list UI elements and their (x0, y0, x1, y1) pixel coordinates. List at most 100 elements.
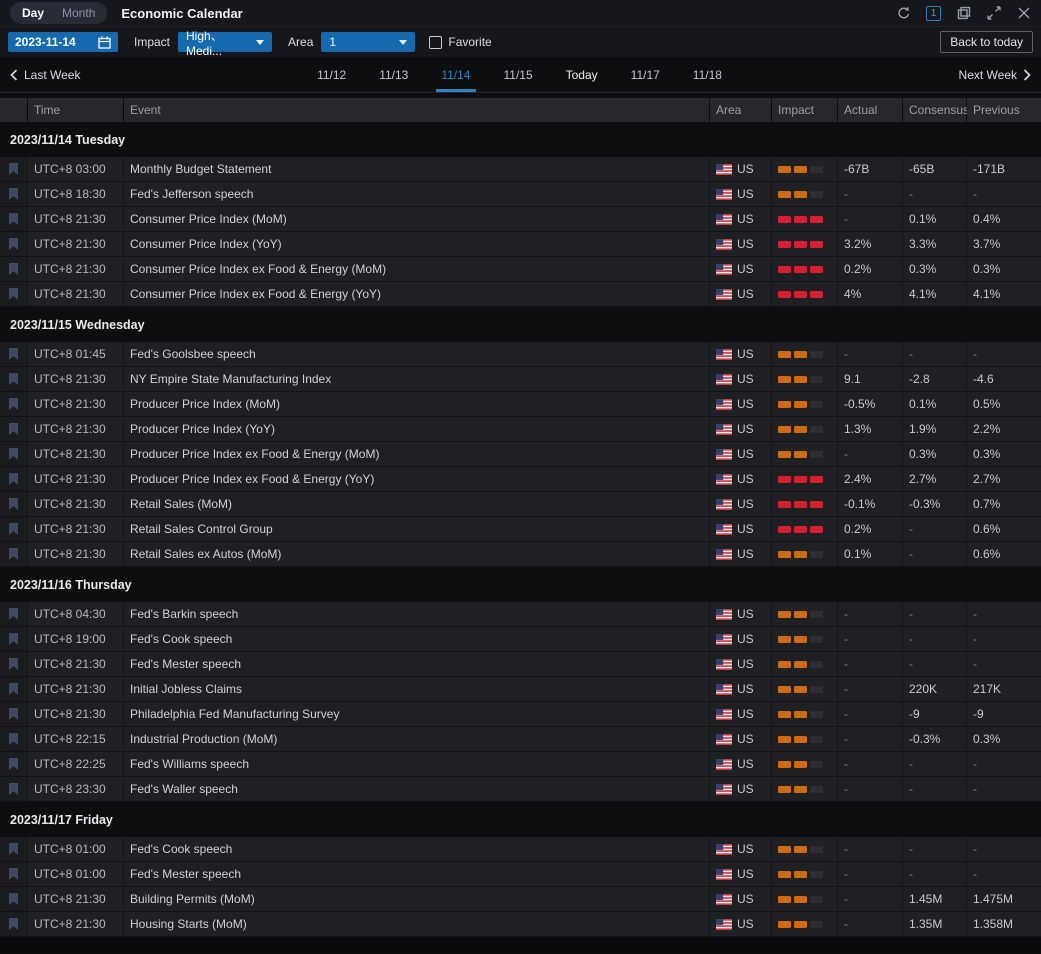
event-area: US (710, 182, 772, 206)
bookmark-icon[interactable] (9, 868, 18, 880)
event-row[interactable]: UTC+8 01:00Fed's Mester speechUS--- (0, 862, 1041, 887)
bookmark-icon[interactable] (9, 348, 18, 360)
event-row[interactable]: UTC+8 21:30Housing Starts (MoM)US-1.35M1… (0, 912, 1041, 937)
bookmark-icon[interactable] (9, 188, 18, 200)
event-name: Consumer Price Index ex Food & Energy (M… (124, 257, 710, 281)
impact-bar (794, 846, 807, 853)
bookmark-icon[interactable] (9, 918, 18, 930)
event-name: Producer Price Index ex Food & Energy (M… (124, 442, 710, 466)
tab-day[interactable]: Day (14, 4, 52, 22)
actual-value: 0.1% (838, 542, 903, 566)
event-row[interactable]: UTC+8 21:30Consumer Price Index ex Food … (0, 257, 1041, 282)
event-row[interactable]: UTC+8 21:30Retail Sales Control GroupUS0… (0, 517, 1041, 542)
week-day-11-12[interactable]: 11/12 (315, 57, 348, 92)
event-row[interactable]: UTC+8 21:30Retail Sales (MoM)US-0.1%-0.3… (0, 492, 1041, 517)
bookmark-icon[interactable] (9, 633, 18, 645)
impact-select[interactable]: High、Medi... (178, 32, 272, 52)
event-row[interactable]: UTC+8 22:15Industrial Production (MoM)US… (0, 727, 1041, 752)
area-select[interactable]: 1 (321, 32, 415, 52)
bookmark-icon[interactable] (9, 473, 18, 485)
bookmark-icon[interactable] (9, 373, 18, 385)
week-day-11-15[interactable]: 11/15 (501, 57, 534, 92)
area-code: US (737, 262, 754, 276)
back-to-today-button[interactable]: Back to today (940, 31, 1033, 53)
favorite-checkbox[interactable] (429, 36, 442, 49)
bookmark-icon[interactable] (9, 498, 18, 510)
event-time: UTC+8 23:30 (28, 777, 124, 801)
event-row[interactable]: UTC+8 22:25Fed's Williams speechUS--- (0, 752, 1041, 777)
bookmark-icon[interactable] (9, 843, 18, 855)
event-row[interactable]: UTC+8 01:00Fed's Cook speechUS--- (0, 837, 1041, 862)
event-row[interactable]: UTC+8 19:00Fed's Cook speechUS--- (0, 627, 1041, 652)
event-row[interactable]: UTC+8 21:30Producer Price Index ex Food … (0, 442, 1041, 467)
event-row[interactable]: UTC+8 21:30Consumer Price Index (YoY)US3… (0, 232, 1041, 257)
panel-count-icon[interactable]: 1 (926, 6, 941, 21)
event-row[interactable]: UTC+8 21:30Producer Price Index (MoM)US-… (0, 392, 1041, 417)
actual-value-text: - (844, 867, 848, 881)
event-row[interactable]: UTC+8 18:30Fed's Jefferson speechUS--- (0, 182, 1041, 207)
event-row[interactable]: UTC+8 21:30Consumer Price Index (MoM)US-… (0, 207, 1041, 232)
bookmark-icon[interactable] (9, 263, 18, 275)
event-row[interactable]: UTC+8 21:30Fed's Mester speechUS--- (0, 652, 1041, 677)
event-row[interactable]: UTC+8 03:00Monthly Budget StatementUS-67… (0, 157, 1041, 182)
bookmark-icon[interactable] (9, 398, 18, 410)
event-row[interactable]: UTC+8 21:30Retail Sales ex Autos (MoM)US… (0, 542, 1041, 567)
event-row[interactable]: UTC+8 04:30Fed's Barkin speechUS--- (0, 602, 1041, 627)
bookmark-icon[interactable] (9, 783, 18, 795)
bookmark-icon[interactable] (9, 238, 18, 250)
event-row[interactable]: UTC+8 21:30Philadelphia Fed Manufacturin… (0, 702, 1041, 727)
week-nav: Last Week 11/12 11/13 11/14 11/15 Today 11/17… (0, 57, 1041, 93)
bookmark-icon[interactable] (9, 608, 18, 620)
event-row[interactable]: UTC+8 21:30Producer Price Index ex Food … (0, 467, 1041, 492)
chevron-down-icon (399, 40, 407, 45)
bookmark-icon[interactable] (9, 423, 18, 435)
actual-value: 1.3% (838, 417, 903, 441)
consensus-value: - (903, 182, 967, 206)
date-picker[interactable]: 2023-11-14 (8, 32, 118, 52)
week-day-11-17[interactable]: 11/17 (629, 57, 662, 92)
bookmark-icon[interactable] (9, 893, 18, 905)
bookmark-icon[interactable] (9, 733, 18, 745)
previous-value-text: 2.7% (973, 472, 1000, 486)
bookmark-icon[interactable] (9, 523, 18, 535)
bookmark-icon[interactable] (9, 658, 18, 670)
previous-value: 2.7% (967, 467, 1041, 491)
event-row[interactable]: UTC+8 01:45Fed's Goolsbee speechUS--- (0, 342, 1041, 367)
event-row[interactable]: UTC+8 21:30Consumer Price Index ex Food … (0, 282, 1041, 307)
event-row[interactable]: UTC+8 21:30Building Permits (MoM)US-1.45… (0, 887, 1041, 912)
event-row[interactable]: UTC+8 23:30Fed's Waller speechUS--- (0, 777, 1041, 802)
week-day-today[interactable]: Today (564, 57, 600, 92)
week-day-11-14[interactable]: 11/14 (439, 57, 472, 92)
expand-icon[interactable] (986, 6, 1001, 21)
refresh-icon[interactable] (896, 6, 911, 21)
bookmark-icon[interactable] (9, 213, 18, 225)
bookmark-icon[interactable] (9, 683, 18, 695)
restore-window-icon[interactable] (956, 6, 971, 21)
event-area: US (710, 392, 772, 416)
week-day-11-13[interactable]: 11/13 (377, 57, 410, 92)
bookmark-icon[interactable] (9, 288, 18, 300)
impact-bar (794, 291, 807, 298)
event-name: Fed's Barkin speech (124, 602, 710, 626)
event-time: UTC+8 21:30 (28, 492, 124, 516)
impact-bar (794, 241, 807, 248)
bookmark-icon[interactable] (9, 448, 18, 460)
bookmark-cell (0, 442, 28, 466)
impact-bar (794, 921, 807, 928)
week-day-11-18[interactable]: 11/18 (691, 57, 724, 92)
bookmark-icon[interactable] (9, 163, 18, 175)
event-row[interactable]: UTC+8 21:30Initial Jobless ClaimsUS-220K… (0, 677, 1041, 702)
actual-value-text: - (844, 757, 848, 771)
impact-bar (810, 711, 823, 718)
bookmark-icon[interactable] (9, 708, 18, 720)
last-week-button[interactable]: Last Week (10, 57, 80, 92)
previous-value-text: 0.6% (973, 522, 1000, 536)
bookmark-icon[interactable] (9, 548, 18, 560)
event-area: US (710, 257, 772, 281)
event-row[interactable]: UTC+8 21:30NY Empire State Manufacturing… (0, 367, 1041, 392)
bookmark-icon[interactable] (9, 758, 18, 770)
tab-month[interactable]: Month (54, 4, 103, 22)
next-week-button[interactable]: Next Week (959, 57, 1031, 92)
event-row[interactable]: UTC+8 21:30Producer Price Index (YoY)US1… (0, 417, 1041, 442)
close-icon[interactable] (1016, 6, 1031, 21)
